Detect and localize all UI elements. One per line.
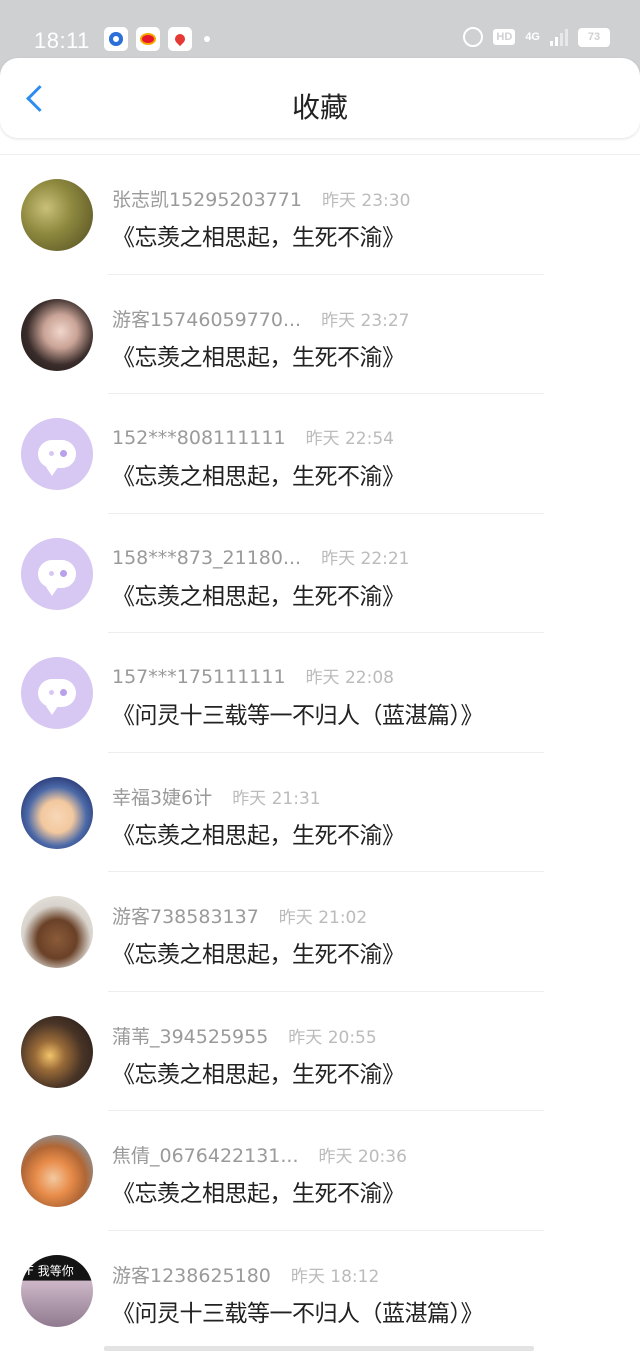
timestamp: 昨天 22:54	[305, 429, 394, 449]
username[interactable]: 152***808111111	[112, 427, 286, 449]
avatar[interactable]	[21, 896, 93, 968]
list-item[interactable]: 幸福3婕6计 昨天 21:31 《忘羡之相思起，生死不渝》	[0, 753, 640, 872]
avatar[interactable]	[21, 1135, 93, 1207]
avatar[interactable]	[21, 179, 93, 251]
story-title[interactable]: 《忘羡之相思起，生死不渝》	[112, 1174, 405, 1208]
status-time: 18:11	[34, 28, 90, 53]
story-title[interactable]: 《忘羡之相思起，生死不渝》	[112, 577, 405, 611]
avatar[interactable]	[21, 298, 93, 371]
system-status-icons: HD 4G 73	[463, 27, 610, 47]
username[interactable]: 游客738583137	[112, 902, 259, 929]
username[interactable]: 158***873_21180...	[112, 547, 301, 569]
story-title[interactable]: 《忘羡之相思起，生死不渝》	[112, 935, 405, 969]
hd-icon: HD	[493, 29, 516, 45]
chat-bubble-icon	[38, 679, 76, 715]
story-title[interactable]: 《忘羡之相思起，生死不渝》	[112, 1055, 405, 1089]
alarm-icon	[463, 27, 484, 47]
page-title: 收藏	[291, 91, 348, 124]
avatar[interactable]	[21, 418, 93, 490]
more-notifications-dot-icon	[204, 36, 210, 42]
story-title[interactable]: 《问灵十三载等一不归人（蓝湛篇）》	[112, 696, 484, 730]
list-item[interactable]: 157***175111111 昨天 22:08 《问灵十三载等一不归人（蓝湛篇…	[0, 633, 640, 753]
list-item[interactable]: 158***873_21180... 昨天 22:21 《忘羡之相思起，生死不渝…	[0, 514, 640, 633]
network-4g-icon: 4G	[525, 31, 540, 43]
story-title[interactable]: 《忘羡之相思起，生死不渝》	[112, 457, 405, 491]
favorites-list: 张志凯15295203771 昨天 23:30 《忘羡之相思起，生死不渝》 游客…	[0, 154, 640, 1350]
chat-bubble-icon	[38, 440, 76, 476]
timestamp: 昨天 22:21	[321, 548, 410, 569]
timestamp: 昨天 23:27	[321, 310, 410, 331]
list-item[interactable]: 游客738583137 昨天 21:02 《忘羡之相思起，生死不渝》	[0, 872, 640, 992]
weibo-app-icon	[136, 27, 160, 51]
list-item[interactable]: 152***808111111 昨天 22:54 《忘羡之相思起，生死不渝》	[0, 394, 640, 514]
bottom-scroll-indicator	[104, 1346, 534, 1351]
list-item[interactable]: 游客15746059770... 昨天 23:27 《忘羡之相思起，生死不渝》	[0, 275, 640, 394]
map-app-icon	[168, 27, 192, 51]
username[interactable]: 张志凯15295203771	[112, 185, 302, 212]
username[interactable]: 游客15746059770...	[112, 305, 301, 332]
story-title[interactable]: 《忘羡之相思起，生死不渝》	[112, 338, 405, 372]
story-title[interactable]: 《问灵十三载等一不归人（蓝湛篇）》	[112, 1294, 484, 1328]
avatar-caption: F 我等你	[27, 1263, 74, 1278]
browser-app-icon	[104, 27, 128, 51]
story-title[interactable]: 《忘羡之相思起，生死不渝》	[112, 816, 405, 850]
nav-header: 收藏	[0, 58, 640, 138]
story-title[interactable]: 《忘羡之相思起，生死不渝》	[112, 218, 405, 252]
timestamp: 昨天 23:30	[321, 191, 411, 211]
notification-icons	[104, 27, 210, 51]
username[interactable]: 蒲苇_394525955	[112, 1022, 268, 1049]
timestamp: 昨天 20:36	[318, 1147, 407, 1167]
timestamp: 昨天 21:02	[278, 908, 368, 928]
list-item[interactable]: 张志凯15295203771 昨天 23:30 《忘羡之相思起，生死不渝》	[0, 155, 640, 275]
username[interactable]: 幸福3婕6计	[112, 783, 212, 810]
signal-icon	[550, 28, 568, 46]
chat-bubble-icon	[38, 559, 76, 596]
username[interactable]: 焦倩_0676422131...	[112, 1141, 299, 1168]
avatar[interactable]	[21, 776, 93, 849]
username[interactable]: 157***175111111	[112, 666, 286, 688]
timestamp: 昨天 22:08	[305, 668, 394, 688]
avatar[interactable]	[21, 657, 93, 729]
list-item[interactable]: 焦倩_0676422131... 昨天 20:36 《忘羡之相思起，生死不渝》	[0, 1111, 640, 1231]
battery-icon: 73	[578, 27, 610, 47]
avatar[interactable]: F 我等你	[21, 1254, 93, 1327]
username[interactable]: 游客1238625180	[112, 1261, 271, 1288]
list-item[interactable]: F 我等你 游客1238625180 昨天 18:12 《问灵十三载等一不归人（…	[0, 1231, 640, 1351]
list-item[interactable]: 蒲苇_394525955 昨天 20:55 《忘羡之相思起，生死不渝》	[0, 992, 640, 1111]
timestamp: 昨天 18:12	[290, 1266, 380, 1287]
timestamp: 昨天 21:31	[232, 788, 321, 809]
timestamp: 昨天 20:55	[288, 1027, 377, 1048]
avatar[interactable]	[21, 537, 93, 610]
avatar[interactable]	[21, 1015, 93, 1088]
